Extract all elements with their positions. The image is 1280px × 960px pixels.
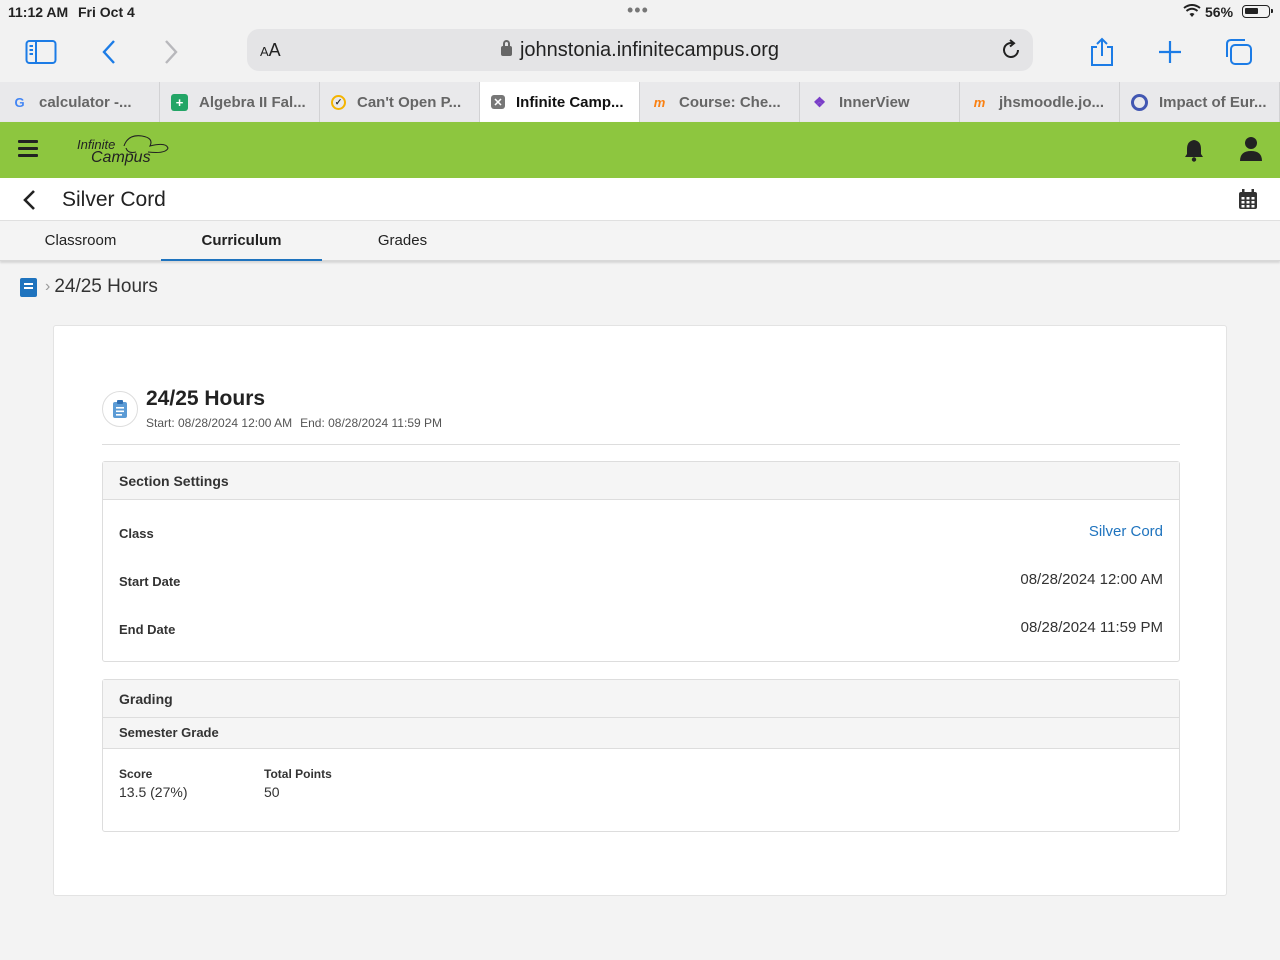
section-settings-panel: Section Settings Class Silver Cord Start… — [102, 461, 1180, 662]
clipboard-icon — [102, 391, 138, 427]
score-label: Score — [119, 767, 153, 781]
score-block: Score 13.5 (27%) Total Points 50 — [103, 749, 1179, 831]
semester-grade-heading: Semester Grade — [103, 718, 1179, 749]
assignment-card: 24/25 Hours Start: 08/28/2024 12:00 AM En… — [53, 325, 1227, 896]
tab-curriculum[interactable]: Curriculum — [161, 221, 322, 261]
reload-icon[interactable] — [999, 38, 1023, 62]
new-tab-plus-icon[interactable] — [1153, 36, 1187, 68]
hamburger-menu-icon[interactable] — [18, 140, 38, 158]
browser-tab-strip: G calculator -... + Algebra II Fal... ✓ … — [0, 82, 1280, 122]
class-link[interactable]: Silver Cord — [1089, 523, 1163, 540]
page-title-row: Silver Cord — [0, 178, 1280, 221]
moodle-icon: m — [653, 94, 666, 110]
google-icon: G — [14, 94, 25, 110]
notification-bell-icon[interactable] — [1183, 138, 1205, 162]
score-value: 13.5 (27%) — [119, 784, 188, 800]
close-tab-icon[interactable]: ✕ — [491, 95, 505, 109]
moodle-icon: m — [973, 94, 986, 110]
grading-heading: Grading — [103, 680, 1179, 718]
settings-row-class: Class Silver Cord — [119, 523, 1163, 541]
browser-tab[interactable]: G calculator -... — [0, 82, 160, 122]
quizlet-icon — [1131, 93, 1148, 111]
tab-classroom[interactable]: Classroom — [0, 221, 161, 261]
breadcrumb: › 24/25 Hours — [20, 276, 158, 298]
tab-overview-icon[interactable] — [1222, 36, 1256, 68]
browser-tab[interactable]: ❖ InnerView — [800, 82, 960, 122]
breadcrumb-current: 24/25 Hours — [54, 276, 158, 297]
forward-arrow-icon[interactable] — [154, 36, 188, 68]
section-settings-heading: Section Settings — [103, 462, 1179, 500]
browser-tab[interactable]: m jhsmoodle.jo... — [960, 82, 1120, 122]
url-text[interactable]: johnstonia.infinitecampus.org — [247, 39, 1033, 62]
share-icon[interactable] — [1085, 36, 1119, 68]
status-time: 11:12 AM — [8, 4, 69, 20]
grading-panel: Grading Semester Grade Score 13.5 (27%) … — [102, 679, 1180, 832]
assignment-start: Start: 08/28/2024 12:00 AM — [146, 416, 293, 430]
assignment-dates: Start: 08/28/2024 12:00 AM End: 08/28/202… — [146, 416, 450, 430]
browser-tab-active[interactable]: ✕ Infinite Camp... — [480, 82, 640, 122]
calendar-icon[interactable] — [1238, 189, 1258, 210]
browser-toolbar: AA johnstonia.infinitecampus.org — [0, 24, 1280, 82]
assignment-title: 24/25 Hours — [146, 387, 266, 410]
total-points-value: 50 — [264, 784, 280, 800]
total-points-label: Total Points — [264, 767, 332, 781]
tab-grades[interactable]: Grades — [322, 221, 483, 261]
sheets-icon: + — [171, 93, 188, 111]
status-date: Fri Oct 4 — [78, 4, 135, 20]
address-bar[interactable]: AA johnstonia.infinitecampus.org — [247, 29, 1033, 71]
breadcrumb-chevron-icon: › — [45, 278, 51, 295]
settings-row-end-date: End Date 08/28/2024 11:59 PM — [119, 619, 1163, 637]
status-bar: 11:12 AM Fri Oct 4 ••• 56% — [0, 0, 1280, 24]
battery-icon — [1242, 5, 1273, 18]
multitasking-dots-icon[interactable]: ••• — [627, 0, 649, 21]
wifi-icon — [1183, 4, 1201, 17]
infinite-campus-logo[interactable]: Infinite Campus — [76, 132, 172, 168]
back-chevron-icon[interactable] — [22, 189, 36, 211]
page-title: Silver Cord — [62, 188, 166, 211]
app-header: Infinite Campus — [0, 122, 1280, 178]
sidebar-toggle-icon[interactable] — [24, 36, 58, 68]
user-profile-icon[interactable] — [1240, 136, 1262, 162]
browser-tab[interactable]: ✓ Can't Open P... — [320, 82, 480, 122]
assignment-header: 24/25 Hours Start: 08/28/2024 12:00 AM En… — [102, 387, 1180, 445]
browser-tab[interactable]: m Course: Che... — [640, 82, 800, 122]
browser-tab[interactable]: + Algebra II Fal... — [160, 82, 320, 122]
assignment-end: End: 08/28/2024 11:59 PM — [300, 416, 442, 430]
back-arrow-icon[interactable] — [92, 36, 126, 68]
section-tabs: Classroom Curriculum Grades — [0, 221, 1280, 261]
browser-tab[interactable]: Impact of Eur... — [1120, 82, 1280, 122]
lock-icon — [500, 40, 512, 56]
clock-icon: ✓ — [331, 94, 346, 110]
curriculum-book-icon[interactable] — [20, 277, 37, 297]
settings-row-start-date: Start Date 08/28/2024 12:00 AM — [119, 571, 1163, 589]
battery-percent: 56% — [1205, 4, 1234, 20]
innerview-icon: ❖ — [813, 93, 826, 110]
